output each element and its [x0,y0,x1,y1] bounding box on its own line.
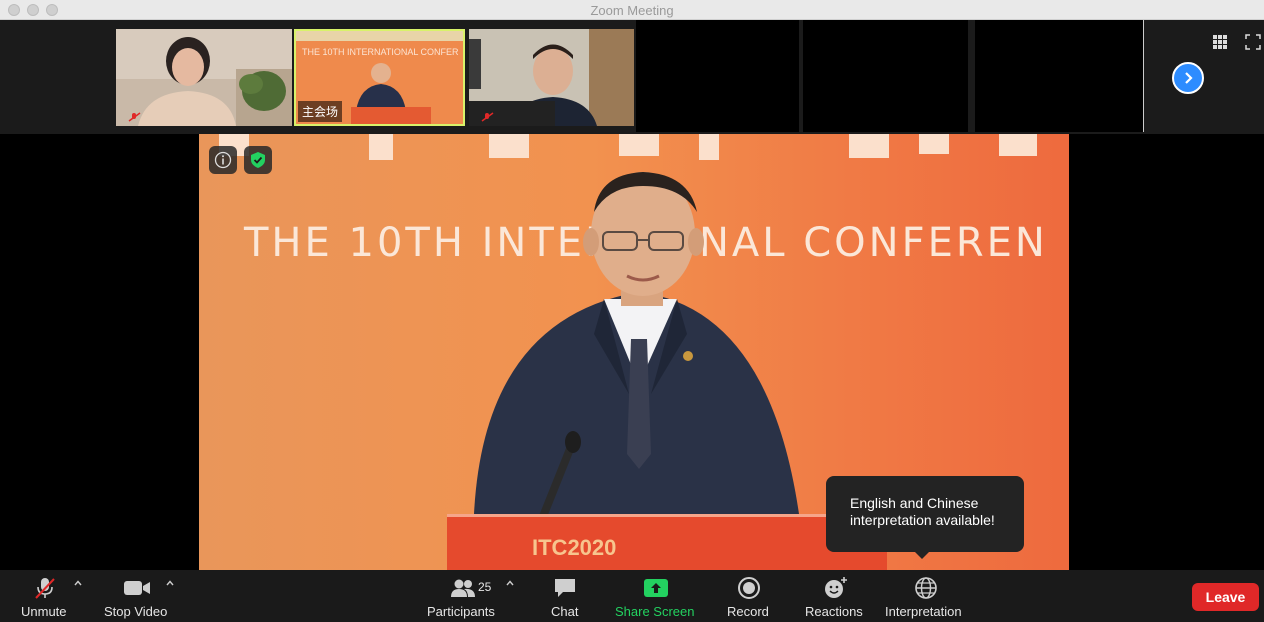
participant-thumbnail-video-off[interactable] [975,20,1144,132]
chat-bubble-icon [555,579,575,597]
participants-icon [451,579,475,597]
muted-mic-icon [481,112,494,122]
interpretation-label: Interpretation [885,604,962,619]
encryption-status-button[interactable] [244,146,272,174]
gallery-view-icon[interactable] [1212,34,1228,50]
share-screen-button[interactable]: Share Screen [612,570,698,622]
stop-video-label: Stop Video [104,604,168,619]
record-label: Record [727,604,769,619]
info-icon [214,151,232,169]
video-options-chevron-up-icon[interactable] [165,578,175,588]
chat-button[interactable]: Chat [546,570,584,622]
participant-thumbnail-active-speaker[interactable]: THE 10TH INTERNATIONAL CONFER 主会场 [294,29,465,126]
participant-thumbnail[interactable] [469,29,634,126]
svg-text:THE 10TH INTERNATIONAL CONFER: THE 10TH INTERNATIONAL CONFER [302,47,459,57]
unmute-label: Unmute [21,604,67,619]
chat-label: Chat [551,604,579,619]
meeting-info-button[interactable] [209,146,237,174]
participant-name: 主会场 [298,101,343,122]
muted-microphone-icon [35,578,55,599]
video-camera-icon [124,581,150,595]
fullscreen-icon[interactable] [1245,34,1261,50]
interpretation-button[interactable]: Interpretation [882,570,968,622]
window-title: Zoom Meeting [590,3,674,18]
share-screen-icon [644,579,668,597]
participants-label: Participants [427,604,495,619]
zoom-meeting-window: Zoom Meeting THE 10TH INTERNATIONAL CONF… [0,0,1264,622]
reactions-label: Reactions [805,604,863,619]
participant-count: 25 [478,580,492,594]
globe-icon [915,577,937,599]
tooltip-pointer [914,551,930,559]
meeting-toolbar: Unmute Stop Video 25 Participants Chat S… [0,570,1264,622]
leave-meeting-button[interactable]: Leave [1192,583,1259,611]
chevron-right-icon [1185,72,1193,84]
stop-video-button[interactable]: Stop Video [100,570,172,622]
podium-logo-text: ITC2020 [532,535,617,560]
participant-thumbnail-video-off[interactable] [636,20,799,132]
participants-button[interactable]: 25 Participants [424,570,500,622]
shield-check-icon [251,152,265,168]
audio-options-chevron-up-icon[interactable] [73,578,83,588]
muted-mic-icon [128,112,141,122]
tooltip-line: English and Chinese [850,495,979,511]
unmute-button[interactable]: Unmute [18,570,72,622]
interpretation-tooltip: English and Chinese interpretation avail… [826,476,1024,552]
reactions-button[interactable]: Reactions [802,570,868,622]
share-screen-label: Share Screen [615,604,695,619]
tooltip-line: interpretation available! [850,512,995,528]
participant-strip: THE 10TH INTERNATIONAL CONFER 主会场 [0,20,1264,134]
title-bar: Zoom Meeting [0,0,1264,20]
participant-thumbnail-video-off[interactable] [803,20,968,132]
record-button[interactable]: Record [724,570,774,622]
reactions-smiley-icon [825,577,847,598]
podium: ITC2020 [447,514,887,570]
participant-thumbnail[interactable] [116,29,292,126]
record-icon [738,577,760,599]
participant-video [116,29,292,126]
participants-options-chevron-up-icon[interactable] [505,578,515,588]
next-page-button[interactable] [1172,62,1204,94]
